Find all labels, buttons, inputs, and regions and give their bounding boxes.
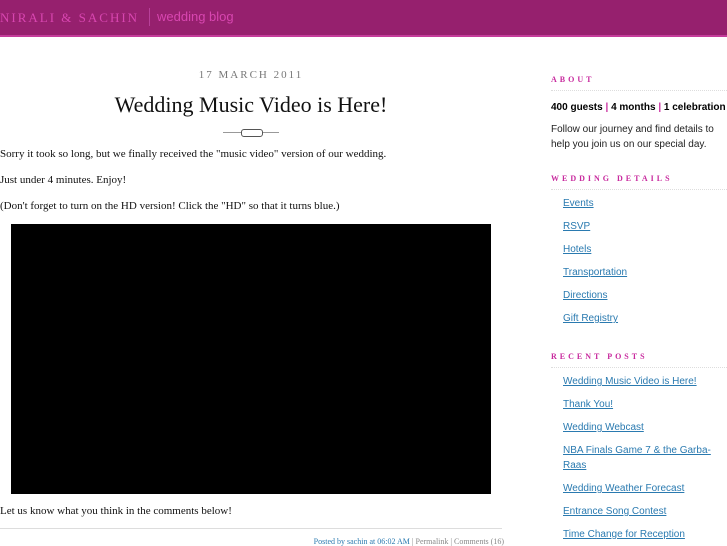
section-heading: WEDDING DETAILS <box>551 174 727 190</box>
stat: 4 months <box>611 102 656 113</box>
stat: 1 celebration <box>663 102 726 113</box>
nav-link-hotels[interactable]: Hotels <box>563 238 727 261</box>
tagline: wedding blog <box>157 9 234 24</box>
divider <box>149 8 150 26</box>
about-stats: 400 guests | 4 months | 1 celebration <box>551 102 726 113</box>
recent-post-link[interactable]: Thank You! <box>563 397 727 412</box>
recent-post-link[interactable]: Wedding Music Video is Here! <box>563 374 727 389</box>
about-text: Follow our journey and find details to h… <box>551 124 714 150</box>
ornament-divider <box>223 129 279 137</box>
recent-post-link[interactable]: Wedding Webcast <box>563 420 727 435</box>
nav-link-gift-registry[interactable]: Gift Registry <box>563 307 727 330</box>
recent-post-link[interactable]: Time Change for Reception <box>563 527 727 542</box>
recent-posts-section: RECENT POSTS Wedding Music Video is Here… <box>551 352 727 542</box>
section-heading: RECENT POSTS <box>551 352 727 368</box>
site-name[interactable]: NIRALI & SACHIN <box>0 10 139 26</box>
post-title[interactable]: Wedding Music Video is Here! <box>0 92 502 118</box>
post-closing: Let us know what you think in the commen… <box>0 505 232 517</box>
post-date: 17 MARCH 2011 <box>198 69 304 81</box>
post-paragraph: (Don't forget to turn on the HD version!… <box>0 200 340 212</box>
header: NIRALI & SACHIN wedding blog <box>0 0 727 37</box>
stat: 400 guests <box>551 102 603 113</box>
nav-link-events[interactable]: Events <box>563 192 727 215</box>
nav-link-transportation[interactable]: Transportation <box>563 261 727 284</box>
nav-link-rsvp[interactable]: RSVP <box>563 215 727 238</box>
post-paragraph: Sorry it took so long, but we finally re… <box>0 148 387 160</box>
nav-link-directions[interactable]: Directions <box>563 284 727 307</box>
recent-post-link[interactable]: Wedding Weather Forecast <box>563 481 727 496</box>
divider <box>0 528 502 529</box>
wedding-details-section: WEDDING DETAILS Events RSVP Hotels Trans… <box>551 174 727 330</box>
recent-post-link[interactable]: Entrance Song Contest <box>563 504 727 519</box>
post-paragraph: Just under 4 minutes. Enjoy! <box>0 174 127 186</box>
video-player[interactable] <box>11 224 491 494</box>
section-heading: ABOUT <box>551 75 727 91</box>
about-section: ABOUT 400 guests | 4 months | 1 celebrat… <box>551 75 727 152</box>
recent-post-link[interactable]: NBA Finals Game 7 & the Garba-Raas <box>563 443 713 473</box>
